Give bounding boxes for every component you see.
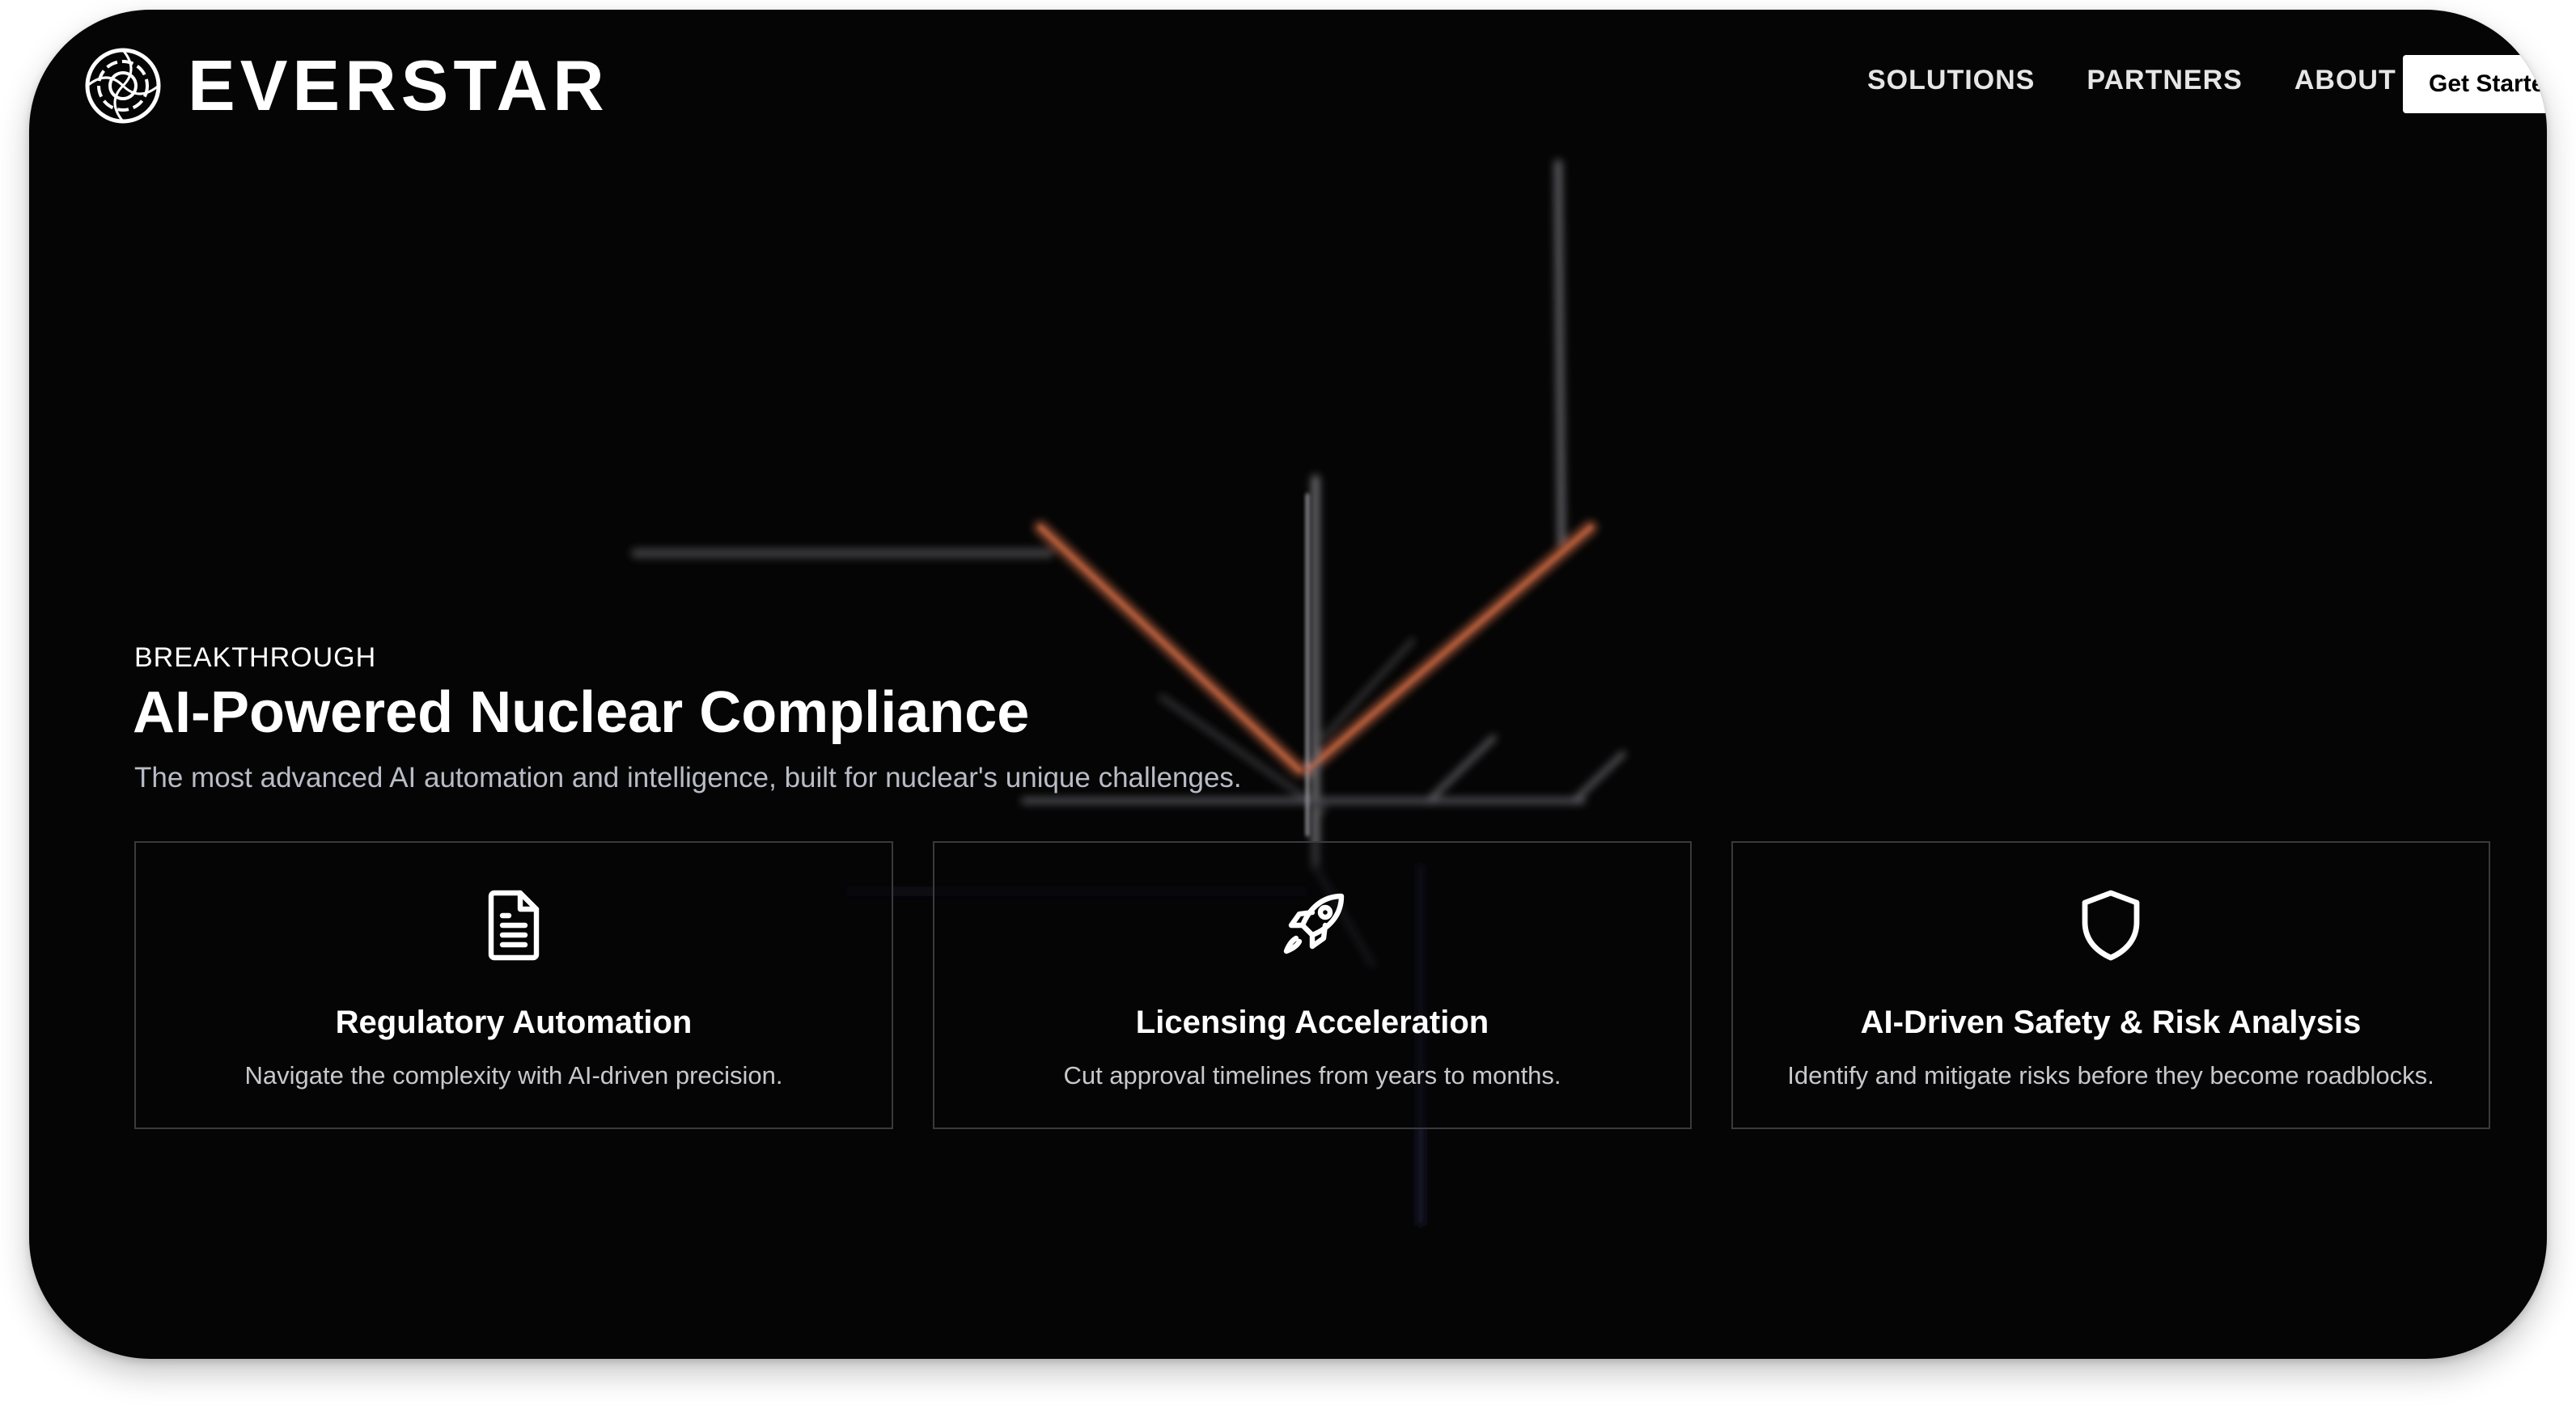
feature-title: AI-Driven Safety & Risk Analysis — [1860, 1005, 2362, 1040]
main-nav: SOLUTIONS PARTNERS ABOUT — [1867, 66, 2396, 94]
hero-title: AI-Powered Nuclear Compliance — [133, 680, 1030, 745]
feature-title: Licensing Acceleration — [1135, 1005, 1489, 1040]
brand-logo[interactable]: EVERSTAR — [83, 45, 609, 126]
feature-card-regulatory[interactable]: Regulatory Automation Navigate the compl… — [134, 841, 893, 1129]
hero-eyebrow: BREAKTHROUGH — [134, 642, 377, 673]
shield-icon — [2082, 890, 2140, 961]
feature-card-licensing[interactable]: Licensing Acceleration Cut approval time… — [933, 841, 1692, 1129]
brand-name: EVERSTAR — [188, 45, 609, 125]
document-icon — [488, 890, 540, 961]
get-started-button[interactable]: Get Started — [2403, 55, 2547, 113]
page-frame: EVERSTAR SOLUTIONS PARTNERS ABOUT Get St… — [29, 10, 2547, 1359]
nav-item-partners[interactable]: PARTNERS — [2087, 66, 2243, 94]
hero-subtitle: The most advanced AI automation and inte… — [134, 762, 1242, 793]
nav-item-about[interactable]: ABOUT — [2294, 66, 2396, 94]
feature-title: Regulatory Automation — [335, 1005, 693, 1040]
feature-card-safety[interactable]: AI-Driven Safety & Risk Analysis Identif… — [1731, 841, 2490, 1129]
rocket-icon — [1283, 893, 1345, 954]
everstar-ring-icon — [85, 48, 161, 124]
feature-description: Identify and mitigate risks before they … — [1787, 1061, 2434, 1090]
feature-description: Navigate the complexity with AI-driven p… — [244, 1061, 783, 1090]
feature-description: Cut approval timelines from years to mon… — [1063, 1061, 1561, 1090]
nav-item-solutions[interactable]: SOLUTIONS — [1867, 66, 2035, 94]
